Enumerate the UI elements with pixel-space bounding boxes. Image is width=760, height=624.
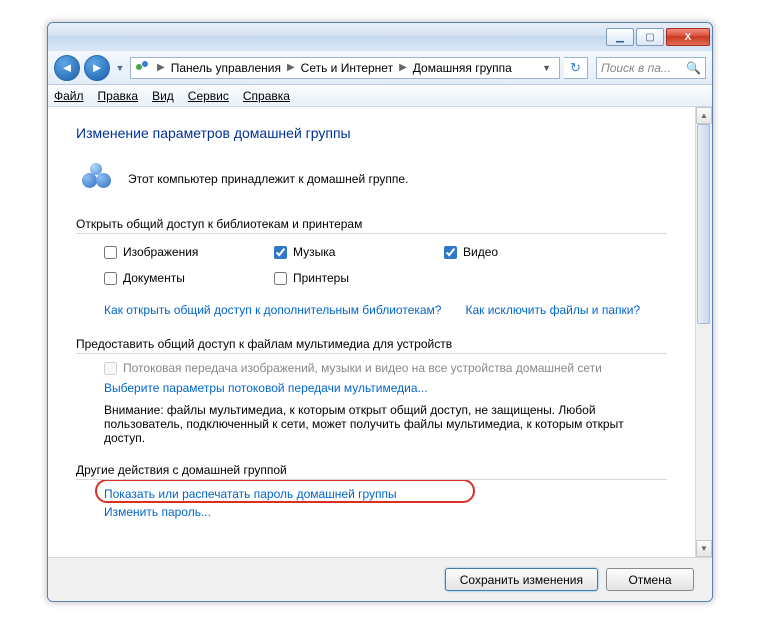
main-panel: Изменение параметров домашней группы Это… — [48, 107, 695, 557]
section-libraries: Открыть общий доступ к библиотекам и при… — [76, 217, 667, 231]
checkbox-streaming[interactable]: Потоковая передача изображений, музыки и… — [104, 361, 667, 375]
nav-forward-button[interactable]: ► — [84, 55, 110, 81]
checkbox-video[interactable]: Видео — [444, 245, 614, 259]
menu-tools[interactable]: Сервис — [188, 89, 229, 103]
footer-bar: Сохранить изменения Отмена — [48, 557, 712, 601]
checkbox-printers[interactable]: Принтеры — [274, 271, 444, 285]
link-show-password[interactable]: Показать или распечатать пароль домашней… — [104, 487, 667, 501]
cancel-button[interactable]: Отмена — [606, 568, 694, 591]
checkbox-label: Изображения — [123, 245, 198, 259]
address-bar[interactable]: ▶ Панель управления ▶ Сеть и Интернет ▶ … — [130, 57, 560, 79]
link-streaming-options[interactable]: Выберите параметры потоковой передачи му… — [104, 381, 428, 395]
menu-view[interactable]: Вид — [152, 89, 174, 103]
breadcrumb-item[interactable]: Домашняя группа — [413, 61, 512, 75]
scroll-up-button[interactable]: ▲ — [696, 107, 712, 124]
warning-text: Внимание: файлы мультимедиа, к которым о… — [104, 403, 667, 445]
section-other-actions: Другие действия с домашней группой — [76, 463, 667, 477]
chevron-right-icon: ▶ — [284, 62, 298, 73]
search-placeholder: Поиск в па... — [601, 61, 671, 75]
minimize-button[interactable]: ▁ — [606, 28, 634, 46]
checkbox-documents-input[interactable] — [104, 272, 117, 285]
close-button[interactable]: X — [666, 28, 710, 46]
chevron-right-icon: ▶ — [154, 62, 168, 73]
homegroup-icon — [82, 163, 114, 195]
scroll-track[interactable] — [696, 124, 712, 540]
checkbox-images-input[interactable] — [104, 246, 117, 259]
chevron-right-icon: ▶ — [396, 62, 410, 73]
libraries-grid: Изображения Музыка Видео Документы Принт… — [104, 245, 667, 285]
checkbox-label: Документы — [123, 271, 185, 285]
menu-file[interactable]: Файл — [54, 89, 84, 103]
scroll-down-button[interactable]: ▼ — [696, 540, 712, 557]
nav-back-button[interactable]: ◄ — [54, 55, 80, 81]
checkbox-streaming-input[interactable] — [104, 362, 117, 375]
control-panel-icon — [135, 60, 151, 76]
link-change-password[interactable]: Изменить пароль... — [104, 505, 667, 519]
page-title: Изменение параметров домашней группы — [76, 125, 667, 141]
breadcrumb-item[interactable]: Сеть и Интернет — [301, 61, 393, 75]
nav-history-dropdown[interactable]: ▼ — [114, 63, 126, 73]
scroll-thumb[interactable] — [697, 124, 710, 324]
checkbox-video-input[interactable] — [444, 246, 457, 259]
checkbox-music[interactable]: Музыка — [274, 245, 444, 259]
address-dropdown-icon[interactable]: ▼ — [538, 63, 555, 73]
menu-bar: Файл Правка Вид Сервис Справка — [48, 85, 712, 107]
nav-toolbar: ◄ ► ▼ ▶ Панель управления ▶ Сеть и Интер… — [48, 51, 712, 85]
refresh-button[interactable]: ↻ — [564, 57, 588, 79]
homegroup-status: Этот компьютер принадлежит к домашней гр… — [76, 163, 667, 195]
checkbox-label: Потоковая передача изображений, музыки и… — [123, 361, 602, 375]
link-more-libraries[interactable]: Как открыть общий доступ к дополнительны… — [104, 303, 441, 317]
titlebar: ▁ ▢ X — [48, 23, 712, 51]
section-streaming: Предоставить общий доступ к файлам мульт… — [76, 337, 667, 351]
menu-edit[interactable]: Правка — [98, 89, 139, 103]
streaming-block: Потоковая передача изображений, музыки и… — [104, 361, 667, 399]
checkbox-images[interactable]: Изображения — [104, 245, 274, 259]
window-frame: ▁ ▢ X ◄ ► ▼ ▶ Панель управления ▶ Сеть и… — [47, 22, 713, 602]
checkbox-label: Видео — [463, 245, 498, 259]
homegroup-status-text: Этот компьютер принадлежит к домашней гр… — [128, 172, 408, 186]
checkbox-label: Принтеры — [293, 271, 349, 285]
vertical-scrollbar[interactable]: ▲ ▼ — [695, 107, 712, 557]
link-exclude-files[interactable]: Как исключить файлы и папки? — [465, 303, 640, 317]
checkbox-printers-input[interactable] — [274, 272, 287, 285]
search-input[interactable]: Поиск в па... 🔍 — [596, 57, 706, 79]
other-actions-block: Показать или распечатать пароль домашней… — [104, 487, 667, 519]
menu-help[interactable]: Справка — [243, 89, 290, 103]
checkbox-music-input[interactable] — [274, 246, 287, 259]
save-button[interactable]: Сохранить изменения — [445, 568, 598, 591]
maximize-button[interactable]: ▢ — [636, 28, 664, 46]
breadcrumb-item[interactable]: Панель управления — [171, 61, 281, 75]
search-icon: 🔍 — [686, 61, 701, 75]
content-area: Изменение параметров домашней группы Это… — [48, 107, 712, 557]
checkbox-label: Музыка — [293, 245, 335, 259]
checkbox-documents[interactable]: Документы — [104, 271, 274, 285]
help-links-row: Как открыть общий доступ к дополнительны… — [104, 303, 667, 317]
